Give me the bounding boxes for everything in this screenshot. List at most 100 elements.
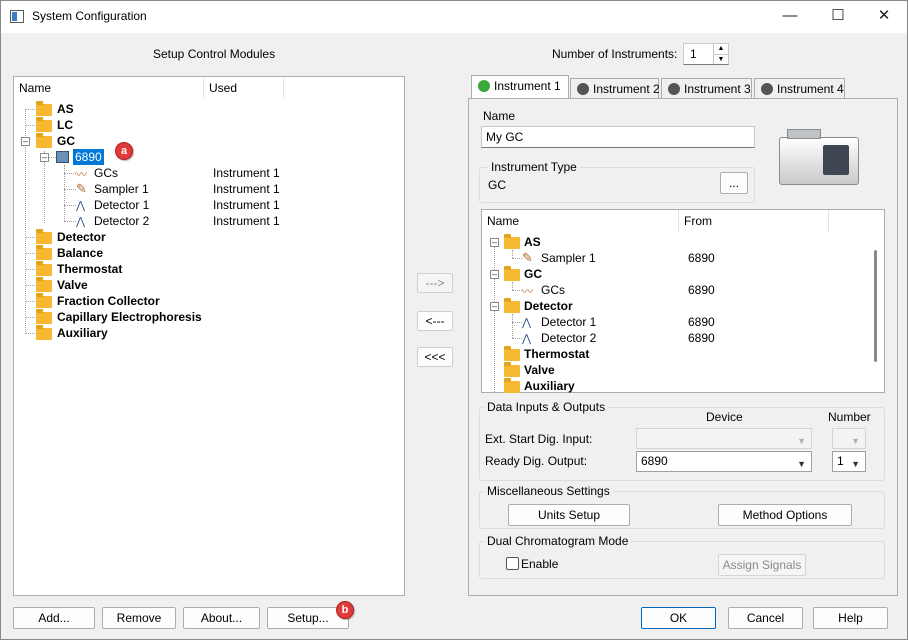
- tab-instrument-1[interactable]: Instrument 1: [471, 75, 569, 99]
- tree-item-label: Valve: [57, 278, 88, 292]
- close-button[interactable]: ✕: [861, 1, 907, 33]
- detector-icon: ⋀: [76, 200, 86, 212]
- cancel-button[interactable]: Cancel: [728, 607, 803, 629]
- instrument-name-input[interactable]: My GC: [481, 126, 755, 148]
- folder-icon: [36, 245, 52, 260]
- ext-start-input-label: Ext. Start Dig. Input:: [485, 432, 593, 446]
- column-header-from[interactable]: From: [679, 210, 829, 232]
- tree-item-detector-1[interactable]: ⋀ Detector 1 6890: [522, 314, 822, 330]
- ready-number-select[interactable]: 1 ▼: [832, 451, 866, 472]
- tab-label: Instrument 3: [684, 82, 751, 96]
- column-header-used[interactable]: Used: [204, 77, 284, 99]
- tree-item-label: Auxiliary: [524, 379, 575, 393]
- instrument-modules-tree[interactable]: Name From – AS ✎ Sampler 1 6890 – GC 〰 G…: [481, 209, 885, 393]
- tab-instrument-2[interactable]: Instrument 2: [570, 78, 660, 100]
- tree-item-gcs[interactable]: 〰 GCs Instrument 1: [76, 165, 396, 181]
- annotation-badge-b: b: [336, 601, 354, 619]
- tree-item-label: Thermostat: [57, 262, 123, 276]
- assign-module-button[interactable]: --->: [417, 273, 453, 293]
- tree-item-gcs[interactable]: 〰 GCs 6890: [522, 282, 822, 298]
- tree-item-sampler-1[interactable]: ✎ Sampler 1 6890: [522, 250, 822, 266]
- select-value: 6890: [641, 454, 668, 468]
- tree-item-label: GC: [524, 267, 542, 281]
- name-label: Name: [483, 109, 516, 123]
- add-button[interactable]: Add...: [13, 607, 95, 629]
- maximize-button[interactable]: ☐: [815, 1, 861, 33]
- units-setup-button[interactable]: Units Setup: [508, 504, 630, 526]
- tree-item-label: Capillary Electrophoresis: [57, 310, 202, 324]
- tab-instrument-3[interactable]: Instrument 3: [661, 78, 752, 100]
- ext-start-device-select[interactable]: ▼: [636, 428, 812, 449]
- instrument-type-browse-button[interactable]: ...: [720, 172, 748, 194]
- tab-label: Instrument 2: [593, 82, 660, 96]
- remove-all-modules-button[interactable]: <<<: [417, 347, 453, 367]
- column-header-name[interactable]: Name: [14, 77, 204, 99]
- folder-icon: [504, 266, 520, 281]
- remove-button[interactable]: Remove: [102, 607, 176, 629]
- misc-settings-group: Miscellaneous Settings Units Setup Metho…: [479, 484, 885, 529]
- tree-item-label: GCs: [541, 283, 565, 297]
- tree-item-label: Detector 1: [94, 198, 150, 212]
- chevron-down-icon: ▼: [797, 436, 806, 446]
- tree-item-label: Balance: [57, 246, 104, 260]
- collapse-6890-toggle[interactable]: –: [40, 153, 49, 162]
- collapse-gc-toggle[interactable]: –: [21, 137, 30, 146]
- tree-item-used: Instrument 1: [213, 198, 280, 212]
- system-configuration-window: System Configuration — ☐ ✕ Setup Control…: [0, 0, 908, 640]
- detector-icon: ⋀: [76, 216, 86, 228]
- tree-item-detector-2[interactable]: ⋀ Detector 2 6890: [522, 330, 822, 346]
- instrument-type-group: Instrument Type GC ...: [479, 160, 755, 203]
- tree-item-label: Sampler 1: [94, 182, 149, 196]
- tab-label: Instrument 4: [777, 82, 844, 96]
- tree-item-from: 6890: [688, 251, 715, 265]
- method-options-button[interactable]: Method Options: [718, 504, 852, 526]
- tree-item-from: 6890: [688, 331, 715, 345]
- enable-label: Enable: [521, 557, 559, 571]
- column-header-name[interactable]: Name: [482, 210, 679, 232]
- gc-instrument-image: [769, 129, 869, 189]
- sampler-icon: ✎: [76, 181, 87, 196]
- chevron-down-icon: ▼: [851, 459, 860, 469]
- dual-chromatogram-group: Dual Chromatogram Mode Enable Assign Sig…: [479, 534, 885, 579]
- tree-item-label: GCs: [94, 166, 118, 180]
- modules-tree[interactable]: Name Used AS LC – GC – 6890 〰 GCs Instru…: [13, 76, 405, 596]
- spinner-down-icon[interactable]: ▼: [713, 54, 728, 64]
- remove-module-button[interactable]: <---: [417, 311, 453, 331]
- collapse-detector-toggle[interactable]: –: [490, 302, 499, 311]
- ext-start-number-select[interactable]: ▼: [832, 428, 866, 449]
- tree-item-label: AS: [57, 102, 74, 116]
- folder-icon: [36, 309, 52, 324]
- spinner-up-icon[interactable]: ▲: [713, 44, 728, 54]
- assign-signals-button[interactable]: Assign Signals: [718, 554, 806, 576]
- tree-item-label: Auxiliary: [57, 326, 108, 340]
- folder-icon: [36, 133, 52, 148]
- minus-circle-icon: [761, 83, 773, 95]
- setup-modules-title: Setup Control Modules: [153, 47, 276, 61]
- enable-checkbox[interactable]: [506, 557, 519, 570]
- collapse-as-toggle[interactable]: –: [490, 238, 499, 247]
- lightning-icon: [478, 80, 490, 92]
- group-title: Dual Chromatogram Mode: [484, 534, 632, 548]
- folder-icon: [36, 293, 52, 308]
- minus-circle-icon: [577, 83, 589, 95]
- ready-device-select[interactable]: 6890 ▼: [636, 451, 812, 472]
- number-of-instruments-spinner[interactable]: 1 ▲ ▼: [683, 43, 729, 65]
- tree-item-detector-1[interactable]: ⋀ Detector 1 Instrument 1: [76, 197, 396, 213]
- instrument-type-value: GC: [488, 178, 506, 192]
- minimize-button[interactable]: —: [767, 1, 813, 33]
- about-button[interactable]: About...: [183, 607, 260, 629]
- tree-item-from: 6890: [688, 283, 715, 297]
- sampler-icon: ✎: [522, 250, 533, 265]
- tree-item-used: Instrument 1: [213, 166, 280, 180]
- instrument-tab-panel: Name My GC Instrument Type GC ... Name F…: [468, 98, 898, 596]
- tree-item-sampler-1[interactable]: ✎ Sampler 1 Instrument 1: [76, 181, 396, 197]
- ok-button[interactable]: OK: [641, 607, 716, 629]
- collapse-gc-toggle[interactable]: –: [490, 270, 499, 279]
- scrollbar-thumb[interactable]: [874, 250, 877, 362]
- folder-icon: [36, 261, 52, 276]
- tree-item-detector-2[interactable]: ⋀ Detector 2 Instrument 1: [76, 213, 396, 229]
- tab-instrument-4[interactable]: Instrument 4: [754, 78, 845, 100]
- folder-icon: [36, 325, 52, 340]
- help-button[interactable]: Help: [813, 607, 888, 629]
- tree-item-label: Detector 2: [94, 214, 150, 228]
